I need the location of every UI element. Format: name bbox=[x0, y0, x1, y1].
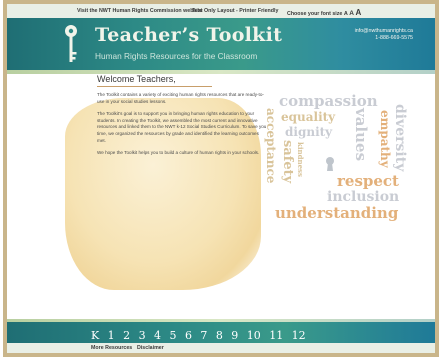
font-size-large-button[interactable]: A bbox=[355, 8, 361, 17]
word-kindness: kindness bbox=[296, 142, 305, 177]
font-size-label: Choose your font size bbox=[287, 11, 343, 17]
grade-link-6[interactable]: 6 bbox=[185, 329, 192, 342]
welcome-paragraph-3: We hope the Toolkit helps you to build a… bbox=[97, 150, 260, 156]
word-respect: respect bbox=[337, 172, 399, 190]
grade-link-5[interactable]: 5 bbox=[169, 329, 176, 342]
word-values: values bbox=[352, 108, 370, 162]
word-equality: equality bbox=[281, 110, 336, 124]
grade-link-11[interactable]: 11 bbox=[269, 329, 283, 342]
site-title[interactable]: Teacher’s Toolkit bbox=[95, 24, 282, 46]
grade-link-12[interactable]: 12 bbox=[292, 329, 306, 342]
grade-list: K 1 2 3 4 5 6 7 8 9 10 11 12 bbox=[91, 326, 310, 344]
grade-navigation: K 1 2 3 4 5 6 7 8 9 10 11 12 bbox=[7, 319, 435, 343]
word-acceptance: acceptance bbox=[264, 108, 278, 184]
grade-link-10[interactable]: 10 bbox=[247, 329, 261, 342]
site-header: Teacher’s Toolkit Human Rights Resources… bbox=[7, 18, 435, 74]
nwt-commission-link[interactable]: Visit the NWT Human Rights Commission we… bbox=[77, 8, 203, 14]
key-logo-icon[interactable] bbox=[63, 24, 79, 66]
word-empathy: empathy bbox=[378, 110, 392, 168]
grade-link-7[interactable]: 7 bbox=[200, 329, 207, 342]
word-safety: safety bbox=[280, 140, 295, 184]
grade-link-2[interactable]: 2 bbox=[123, 329, 130, 342]
grade-link-3[interactable]: 3 bbox=[139, 329, 146, 342]
footer-links: More Resources Disclaimer bbox=[7, 343, 435, 353]
values-word-cloud: compassion acceptance equality dignity s… bbox=[264, 92, 425, 234]
grade-link-4[interactable]: 4 bbox=[154, 329, 161, 342]
contact-info: info@nwthumanrights.ca 1-888-669-5575 bbox=[355, 28, 413, 42]
welcome-panel: Welcome Teachers, The Toolkit contains a… bbox=[97, 74, 267, 163]
word-understanding: understanding bbox=[275, 204, 399, 222]
grade-link-k[interactable]: K bbox=[91, 329, 99, 342]
site-subtitle: Human Rights Resources for the Classroom bbox=[95, 51, 258, 61]
word-dignity: dignity bbox=[285, 125, 333, 139]
page-frame: Visit the NWT Human Rights Commission we… bbox=[3, 0, 439, 357]
font-size-chooser: Choose your font size A A A bbox=[287, 8, 361, 17]
page: Visit the NWT Human Rights Commission we… bbox=[7, 4, 435, 353]
grade-link-1[interactable]: 1 bbox=[108, 329, 115, 342]
keyhole-icon bbox=[326, 157, 334, 171]
more-resources-link[interactable]: More Resources bbox=[91, 345, 132, 351]
contact-email[interactable]: info@nwthumanrights.ca bbox=[355, 28, 413, 35]
grade-link-9[interactable]: 9 bbox=[231, 329, 238, 342]
font-size-medium-button[interactable]: A bbox=[349, 10, 354, 17]
word-compassion: compassion bbox=[279, 92, 378, 110]
welcome-paragraph-2: The Toolkit’s goal is to support you in … bbox=[97, 111, 267, 143]
disclaimer-link[interactable]: Disclaimer bbox=[137, 345, 164, 351]
contact-phone: 1-888-669-5575 bbox=[375, 35, 413, 41]
grade-link-8[interactable]: 8 bbox=[216, 329, 223, 342]
font-size-small-button[interactable]: A bbox=[344, 11, 348, 17]
word-diversity: diversity bbox=[392, 104, 408, 172]
word-inclusion: inclusion bbox=[327, 189, 400, 205]
welcome-heading: Welcome Teachers, bbox=[97, 74, 212, 87]
welcome-paragraph-1: The Toolkit contains a variety of exciti… bbox=[97, 92, 264, 104]
top-utility-bar: Visit the NWT Human Rights Commission we… bbox=[7, 4, 435, 18]
text-only-layout-link[interactable]: Text Only Layout - Printer Friendly bbox=[192, 8, 278, 14]
